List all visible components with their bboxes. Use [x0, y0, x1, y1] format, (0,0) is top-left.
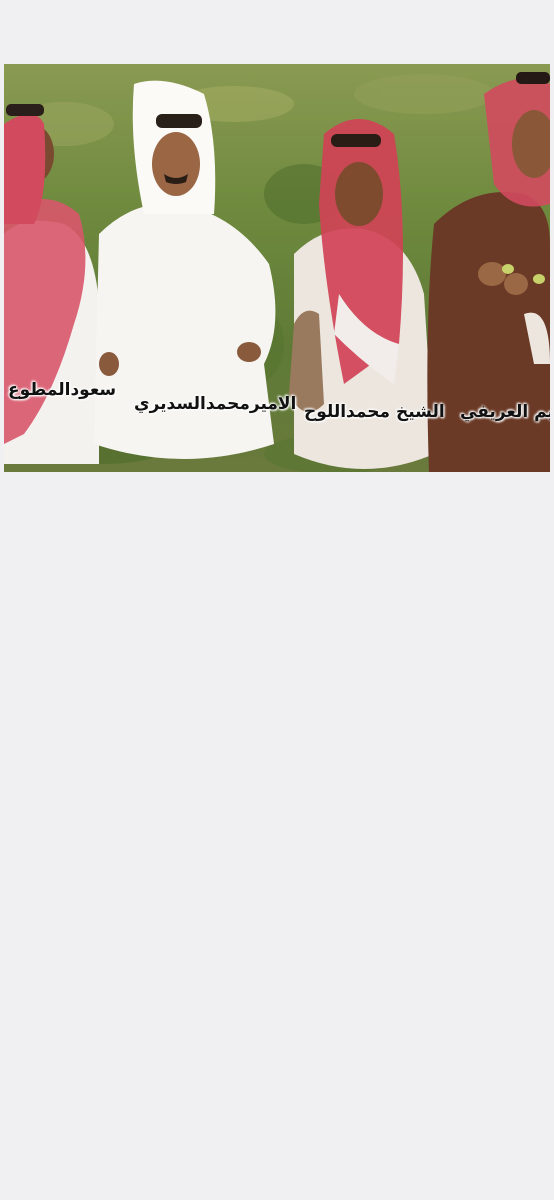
caption-sheikh-mohammed-allouh: الشيخ محمداللوح [304, 402, 445, 422]
caption-ibrahim-alarifi: ابراهيم العريفي [460, 402, 550, 422]
person-1 [4, 104, 99, 464]
caption-saud-almutawa: سعودالمطوع [8, 380, 117, 400]
caption-prince-mohammed-alsudairi: الاميرمحمدالسديري [134, 394, 297, 414]
group-photo: سعودالمطوع الاميرمحمدالسديري الشيخ محمدا… [4, 64, 550, 472]
